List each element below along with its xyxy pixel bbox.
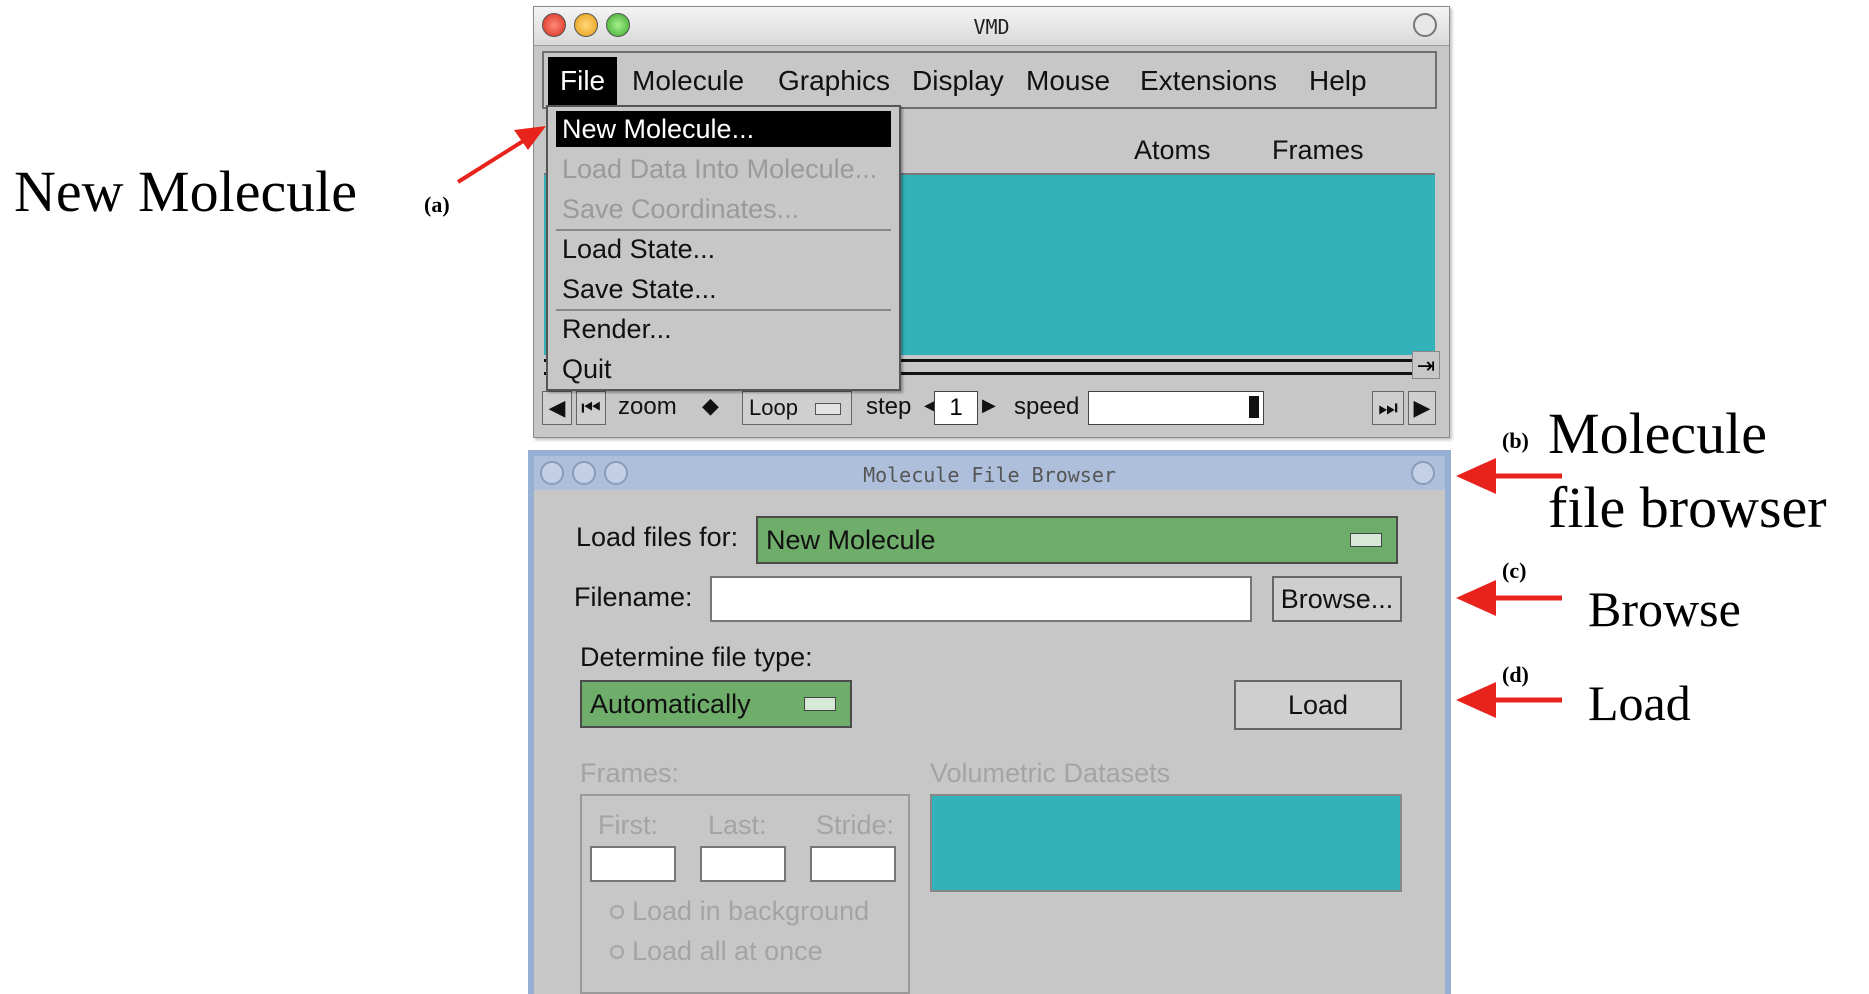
arrow-a-icon xyxy=(456,136,530,184)
arrow-a-head-icon xyxy=(514,126,546,150)
arrow-b-head-icon xyxy=(1456,458,1496,494)
arrow-c-head-icon xyxy=(1456,580,1496,616)
annotation-arrows xyxy=(456,126,1562,718)
arrow-d-head-icon xyxy=(1456,682,1496,718)
